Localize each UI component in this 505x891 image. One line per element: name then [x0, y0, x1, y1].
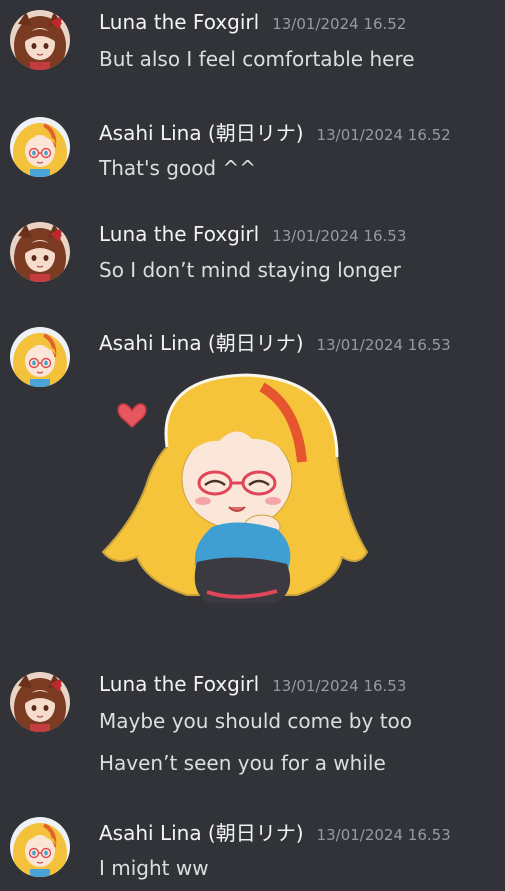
message-item: Asahi Lina (朝日リナ) 13/01/2024 16.53 I mig…	[0, 817, 505, 887]
message-header: Luna the Foxgirl 13/01/2024 16.53	[99, 672, 406, 702]
message-item: Asahi Lina (朝日リナ) 13/01/2024 16.52 That'…	[0, 117, 505, 187]
timestamp: 13/01/2024 16.52	[272, 15, 407, 33]
message-header: Asahi Lina (朝日リナ) 13/01/2024 16.52	[99, 117, 451, 147]
lina-avatar-icon[interactable]	[10, 817, 70, 877]
lina-avatar-icon[interactable]	[10, 327, 70, 387]
author-name[interactable]: Luna the Foxgirl	[99, 672, 259, 696]
message-text: Maybe you should come by too	[99, 709, 413, 733]
timestamp: 13/01/2024 16.53	[272, 677, 407, 695]
lina-avatar-icon[interactable]	[10, 117, 70, 177]
timestamp: 13/01/2024 16.53	[316, 336, 451, 354]
message-header: Asahi Lina (朝日リナ) 13/01/2024 16.53	[99, 817, 451, 847]
message-item: Luna the Foxgirl 13/01/2024 16.53 So I d…	[0, 222, 505, 292]
heart-girl-sticker[interactable]	[97, 367, 369, 611]
message-text: So I don’t mind staying longer	[99, 258, 401, 282]
message-item: Asahi Lina (朝日リナ) 13/01/2024 16.53	[0, 327, 505, 387]
message-text: But also I feel comfortable here	[99, 47, 415, 71]
author-name[interactable]: Asahi Lina (朝日リナ)	[99, 327, 304, 356]
author-name[interactable]: Luna the Foxgirl	[99, 222, 259, 246]
author-name[interactable]: Asahi Lina (朝日リナ)	[99, 817, 304, 846]
message-text: Haven’t seen you for a while	[99, 751, 386, 775]
timestamp: 13/01/2024 16.52	[316, 126, 451, 144]
timestamp: 13/01/2024 16.53	[316, 826, 451, 844]
message-header: Luna the Foxgirl 13/01/2024 16.53	[99, 222, 406, 252]
message-text: I might ww	[99, 856, 209, 880]
message-item: Luna the Foxgirl 13/01/2024 16.52 But al…	[0, 10, 505, 80]
luna-avatar-icon[interactable]	[10, 10, 70, 70]
timestamp: 13/01/2024 16.53	[272, 227, 407, 245]
chat-log: Luna the Foxgirl 13/01/2024 16.52 But al…	[0, 0, 505, 891]
message-header: Asahi Lina (朝日リナ) 13/01/2024 16.53	[99, 327, 451, 357]
author-name[interactable]: Luna the Foxgirl	[99, 10, 259, 34]
message-item: Luna the Foxgirl 13/01/2024 16.53 Maybe …	[0, 672, 505, 782]
author-name[interactable]: Asahi Lina (朝日リナ)	[99, 117, 304, 146]
message-text: That's good ^^	[99, 156, 257, 180]
luna-avatar-icon[interactable]	[10, 222, 70, 282]
message-header: Luna the Foxgirl 13/01/2024 16.52	[99, 10, 406, 40]
luna-avatar-icon[interactable]	[10, 672, 70, 732]
